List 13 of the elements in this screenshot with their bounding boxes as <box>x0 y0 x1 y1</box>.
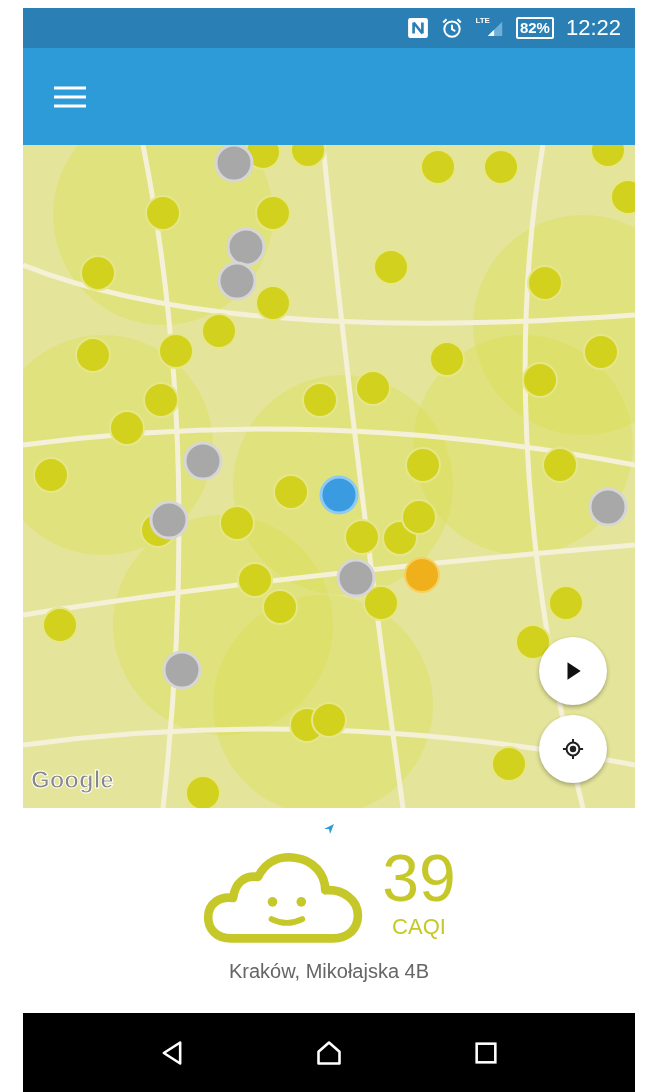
crosshair-icon <box>562 738 584 760</box>
nfc-icon <box>407 17 430 39</box>
map-attribution: Google <box>31 766 114 794</box>
air-quality-index-value: 39 <box>382 842 456 914</box>
network-type-label: LTE <box>475 16 490 25</box>
alarm-clock-icon <box>441 17 464 39</box>
home-icon[interactable] <box>315 1038 343 1067</box>
battery-indicator: 82% <box>515 17 554 39</box>
menu-icon[interactable] <box>54 85 86 108</box>
location-address: Kraków, Mikołajska 4B <box>228 960 430 983</box>
clock-time: 12:22 <box>565 15 621 41</box>
navigation-arrow-icon <box>324 824 334 834</box>
index-unit-label: CAQI <box>392 914 446 940</box>
